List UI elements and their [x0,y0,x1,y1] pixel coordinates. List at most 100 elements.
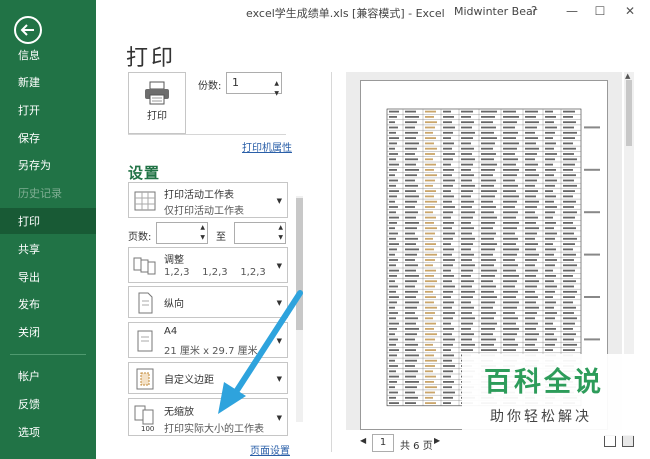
sidebar-item-options[interactable]: 选项 [0,419,96,445]
table-cell [545,253,554,256]
spin-up-icon[interactable]: ▲ [278,224,283,231]
sidebar-item-publish[interactable]: 发布 [0,291,96,317]
table-cell [425,142,434,145]
table-cell [405,248,419,251]
table-cell [389,227,395,230]
table-cell [425,349,436,351]
table-cell [461,110,473,113]
table-cell [405,216,416,219]
sidebar-item-open[interactable]: 打开 [0,97,96,123]
table-cell [425,296,436,298]
sidebar-item-account[interactable]: 帐户 [0,363,96,389]
show-margins-icon[interactable] [604,435,616,447]
table-cell [545,121,554,124]
table-cell [389,391,398,394]
zoom-to-page-icon[interactable] [622,435,634,447]
chevron-down-icon: ▼ [276,299,282,307]
table-cell [405,338,415,341]
table-cell [545,200,554,203]
table-cell [503,253,517,256]
page-number-input[interactable]: 1 [372,434,394,452]
table-cell [481,280,493,283]
table-cell [425,338,435,341]
sidebar-item-share[interactable]: 共享 [0,236,96,262]
sidebar-item-feedback[interactable]: 反馈 [0,391,96,417]
table-cell [461,301,471,304]
sidebar-item-save[interactable]: 保存 [0,125,96,151]
table-cell [425,184,433,187]
table-cell [563,232,574,235]
table-cell [425,253,437,256]
settings-scrollbar[interactable] [296,196,303,422]
table-cell [563,169,573,171]
table-cell [425,285,435,288]
table-cell [563,328,573,330]
spin-down-icon[interactable]: ▼ [274,84,279,104]
paper-size-dropdown[interactable]: A4 21 厘米 x 29.7 厘米 ▼ [128,322,288,358]
table-cell [481,322,497,325]
table-cell [405,280,417,283]
table-cell [425,275,434,277]
table-cell [425,174,437,177]
table-cell [389,370,396,373]
table-cell [443,381,454,383]
next-page-icon[interactable]: ▶ [434,436,440,445]
table-cell [563,338,574,341]
spin-down-icon[interactable]: ▼ [278,234,283,241]
sidebar-item-history: 历史记录 [18,187,62,200]
table-cell [425,116,434,118]
sidebar-item-export[interactable]: 导出 [0,264,96,290]
back-arrow-icon[interactable] [14,16,42,44]
print-button[interactable]: 打印 [128,72,186,134]
table-cell [461,243,473,245]
table-cell [405,354,419,357]
preview-navigation: ◀ 1 共 6 页 ▶ [346,434,646,452]
orientation-dropdown[interactable]: 纵向 ▼ [128,286,288,318]
copies-input[interactable]: 1 ▲ ▼ [226,72,282,97]
print-scope-dropdown[interactable]: 打印活动工作表 仅打印活动工作表 ▼ [128,182,288,218]
table-cell [389,248,397,251]
prev-page-icon[interactable]: ◀ [360,436,366,445]
table-cell [425,365,435,367]
spin-up-icon[interactable]: ▲ [200,224,205,231]
table-cell [389,269,399,272]
sidebar-item-save-as[interactable]: 另存为 [0,152,96,178]
close-button[interactable]: ✕ [620,2,640,20]
total-pages: 共 6 页 [400,441,433,452]
table-cell [525,328,536,330]
printer-properties-link[interactable]: 打印机属性 [242,139,292,154]
restore-button[interactable]: ☐ [590,2,610,20]
sidebar-item-print[interactable]: 打印 [0,208,96,234]
table-cell [425,232,435,235]
table-cell [563,237,577,240]
scrollbar-thumb[interactable] [626,80,632,146]
sidebar-item-new[interactable]: 新建 [0,69,96,95]
spin-down-icon[interactable]: ▼ [200,234,205,241]
table-cell [425,402,436,404]
page-setup-link[interactable]: 页面设置 [250,442,290,457]
table-cell [389,365,398,367]
table-cell [425,343,433,346]
table-cell [525,275,536,277]
panel-divider [331,72,332,452]
margins-dropdown[interactable]: 自定义边距 ▼ [128,362,288,394]
collate-dropdown[interactable]: 调整 1,2,3 1,2,3 1,2,3 ▼ [128,247,288,283]
page-to-input[interactable]: ▲ ▼ [234,222,286,244]
sidebar-item-info[interactable]: 信息 [0,42,96,68]
orientation-title: 纵向 [164,299,184,310]
table-cell [563,158,577,161]
table-cell [443,343,453,346]
scrollbar-thumb[interactable] [296,198,303,330]
page-from-input[interactable]: ▲ ▼ [156,222,208,244]
scroll-up-icon[interactable]: ▲ [625,72,630,80]
help-button[interactable]: ? [524,2,544,20]
sidebar-item-close[interactable]: 关闭 [0,319,96,345]
scaling-dropdown[interactable]: 100 无缩放 打印实际大小的工作表 ▼ [128,398,288,436]
table-cell [481,169,495,171]
table-cell [563,285,574,288]
table-cell [443,275,454,277]
table-cell [443,206,455,208]
minimize-button[interactable]: — [562,2,582,20]
table-cell [461,116,471,118]
page-title: 打印 [126,46,177,71]
